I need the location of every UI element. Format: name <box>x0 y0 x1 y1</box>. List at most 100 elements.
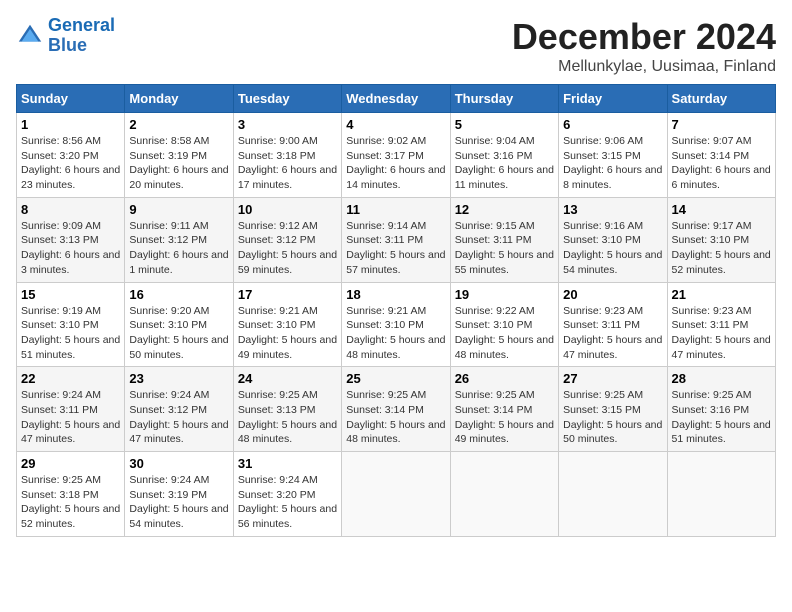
day-detail: Sunrise: 9:00 AMSunset: 3:18 PMDaylight:… <box>238 135 337 191</box>
day-detail: Sunrise: 9:25 AMSunset: 3:14 PMDaylight:… <box>455 389 554 445</box>
header-day-thursday: Thursday <box>450 85 558 113</box>
day-number: 7 <box>672 117 771 132</box>
calendar-cell: 19 Sunrise: 9:22 AMSunset: 3:10 PMDaylig… <box>450 282 558 367</box>
day-detail: Sunrise: 9:25 AMSunset: 3:16 PMDaylight:… <box>672 389 771 445</box>
calendar-cell: 7 Sunrise: 9:07 AMSunset: 3:14 PMDayligh… <box>667 113 775 198</box>
logo-icon <box>16 22 44 50</box>
calendar-cell: 13 Sunrise: 9:16 AMSunset: 3:10 PMDaylig… <box>559 197 667 282</box>
header-day-friday: Friday <box>559 85 667 113</box>
calendar-week-row: 15 Sunrise: 9:19 AMSunset: 3:10 PMDaylig… <box>17 282 776 367</box>
calendar-cell: 24 Sunrise: 9:25 AMSunset: 3:13 PMDaylig… <box>233 367 341 452</box>
calendar-cell: 22 Sunrise: 9:24 AMSunset: 3:11 PMDaylig… <box>17 367 125 452</box>
day-detail: Sunrise: 9:19 AMSunset: 3:10 PMDaylight:… <box>21 305 120 361</box>
day-number: 27 <box>563 371 662 386</box>
day-detail: Sunrise: 9:14 AMSunset: 3:11 PMDaylight:… <box>346 220 445 276</box>
calendar-cell: 29 Sunrise: 9:25 AMSunset: 3:18 PMDaylig… <box>17 452 125 537</box>
day-detail: Sunrise: 9:07 AMSunset: 3:14 PMDaylight:… <box>672 135 771 191</box>
calendar-cell <box>667 452 775 537</box>
calendar-cell: 2 Sunrise: 8:58 AMSunset: 3:19 PMDayligh… <box>125 113 233 198</box>
day-detail: Sunrise: 9:21 AMSunset: 3:10 PMDaylight:… <box>346 305 445 361</box>
header-day-monday: Monday <box>125 85 233 113</box>
day-number: 24 <box>238 371 337 386</box>
subtitle: Mellunkylae, Uusimaa, Finland <box>512 58 776 76</box>
calendar-cell: 25 Sunrise: 9:25 AMSunset: 3:14 PMDaylig… <box>342 367 450 452</box>
day-detail: Sunrise: 9:02 AMSunset: 3:17 PMDaylight:… <box>346 135 445 191</box>
calendar-cell <box>450 452 558 537</box>
day-number: 31 <box>238 456 337 471</box>
day-number: 25 <box>346 371 445 386</box>
calendar-week-row: 29 Sunrise: 9:25 AMSunset: 3:18 PMDaylig… <box>17 452 776 537</box>
calendar-cell: 26 Sunrise: 9:25 AMSunset: 3:14 PMDaylig… <box>450 367 558 452</box>
day-number: 2 <box>129 117 228 132</box>
calendar-cell: 9 Sunrise: 9:11 AMSunset: 3:12 PMDayligh… <box>125 197 233 282</box>
day-detail: Sunrise: 9:24 AMSunset: 3:19 PMDaylight:… <box>129 474 228 530</box>
day-number: 6 <box>563 117 662 132</box>
main-title: December 2024 <box>512 16 776 58</box>
day-detail: Sunrise: 9:16 AMSunset: 3:10 PMDaylight:… <box>563 220 662 276</box>
day-number: 21 <box>672 287 771 302</box>
day-detail: Sunrise: 9:06 AMSunset: 3:15 PMDaylight:… <box>563 135 662 191</box>
day-number: 14 <box>672 202 771 217</box>
day-number: 16 <box>129 287 228 302</box>
day-detail: Sunrise: 9:22 AMSunset: 3:10 PMDaylight:… <box>455 305 554 361</box>
day-detail: Sunrise: 8:58 AMSunset: 3:19 PMDaylight:… <box>129 135 228 191</box>
calendar-cell: 27 Sunrise: 9:25 AMSunset: 3:15 PMDaylig… <box>559 367 667 452</box>
day-number: 29 <box>21 456 120 471</box>
calendar-table: SundayMondayTuesdayWednesdayThursdayFrid… <box>16 84 776 537</box>
day-detail: Sunrise: 9:24 AMSunset: 3:20 PMDaylight:… <box>238 474 337 530</box>
day-detail: Sunrise: 9:21 AMSunset: 3:10 PMDaylight:… <box>238 305 337 361</box>
day-number: 12 <box>455 202 554 217</box>
header-day-tuesday: Tuesday <box>233 85 341 113</box>
day-number: 11 <box>346 202 445 217</box>
calendar-cell: 4 Sunrise: 9:02 AMSunset: 3:17 PMDayligh… <box>342 113 450 198</box>
header-day-saturday: Saturday <box>667 85 775 113</box>
day-detail: Sunrise: 9:23 AMSunset: 3:11 PMDaylight:… <box>563 305 662 361</box>
day-number: 9 <box>129 202 228 217</box>
calendar-cell: 15 Sunrise: 9:19 AMSunset: 3:10 PMDaylig… <box>17 282 125 367</box>
day-detail: Sunrise: 9:25 AMSunset: 3:13 PMDaylight:… <box>238 389 337 445</box>
day-number: 8 <box>21 202 120 217</box>
day-detail: Sunrise: 9:17 AMSunset: 3:10 PMDaylight:… <box>672 220 771 276</box>
calendar-cell: 20 Sunrise: 9:23 AMSunset: 3:11 PMDaylig… <box>559 282 667 367</box>
calendar-cell: 23 Sunrise: 9:24 AMSunset: 3:12 PMDaylig… <box>125 367 233 452</box>
calendar-cell: 16 Sunrise: 9:20 AMSunset: 3:10 PMDaylig… <box>125 282 233 367</box>
calendar-header-row: SundayMondayTuesdayWednesdayThursdayFrid… <box>17 85 776 113</box>
day-number: 23 <box>129 371 228 386</box>
calendar-cell: 14 Sunrise: 9:17 AMSunset: 3:10 PMDaylig… <box>667 197 775 282</box>
day-number: 20 <box>563 287 662 302</box>
calendar-cell: 31 Sunrise: 9:24 AMSunset: 3:20 PMDaylig… <box>233 452 341 537</box>
day-detail: Sunrise: 9:20 AMSunset: 3:10 PMDaylight:… <box>129 305 228 361</box>
day-detail: Sunrise: 9:25 AMSunset: 3:14 PMDaylight:… <box>346 389 445 445</box>
day-number: 3 <box>238 117 337 132</box>
calendar-cell <box>342 452 450 537</box>
day-number: 13 <box>563 202 662 217</box>
calendar-cell: 12 Sunrise: 9:15 AMSunset: 3:11 PMDaylig… <box>450 197 558 282</box>
calendar-cell: 17 Sunrise: 9:21 AMSunset: 3:10 PMDaylig… <box>233 282 341 367</box>
header-day-sunday: Sunday <box>17 85 125 113</box>
day-detail: Sunrise: 9:23 AMSunset: 3:11 PMDaylight:… <box>672 305 771 361</box>
day-number: 15 <box>21 287 120 302</box>
day-detail: Sunrise: 9:12 AMSunset: 3:12 PMDaylight:… <box>238 220 337 276</box>
calendar-cell: 28 Sunrise: 9:25 AMSunset: 3:16 PMDaylig… <box>667 367 775 452</box>
calendar-cell: 30 Sunrise: 9:24 AMSunset: 3:19 PMDaylig… <box>125 452 233 537</box>
day-detail: Sunrise: 9:24 AMSunset: 3:12 PMDaylight:… <box>129 389 228 445</box>
calendar-cell: 18 Sunrise: 9:21 AMSunset: 3:10 PMDaylig… <box>342 282 450 367</box>
day-number: 19 <box>455 287 554 302</box>
day-number: 18 <box>346 287 445 302</box>
calendar-cell: 6 Sunrise: 9:06 AMSunset: 3:15 PMDayligh… <box>559 113 667 198</box>
day-detail: Sunrise: 9:15 AMSunset: 3:11 PMDaylight:… <box>455 220 554 276</box>
calendar-cell: 10 Sunrise: 9:12 AMSunset: 3:12 PMDaylig… <box>233 197 341 282</box>
calendar-week-row: 22 Sunrise: 9:24 AMSunset: 3:11 PMDaylig… <box>17 367 776 452</box>
day-number: 30 <box>129 456 228 471</box>
header-day-wednesday: Wednesday <box>342 85 450 113</box>
day-number: 1 <box>21 117 120 132</box>
calendar-cell <box>559 452 667 537</box>
day-number: 28 <box>672 371 771 386</box>
day-number: 26 <box>455 371 554 386</box>
logo: General Blue <box>16 16 115 56</box>
title-area: December 2024 Mellunkylae, Uusimaa, Finl… <box>512 16 776 76</box>
calendar-cell: 1 Sunrise: 8:56 AMSunset: 3:20 PMDayligh… <box>17 113 125 198</box>
day-detail: Sunrise: 9:24 AMSunset: 3:11 PMDaylight:… <box>21 389 120 445</box>
day-detail: Sunrise: 9:04 AMSunset: 3:16 PMDaylight:… <box>455 135 554 191</box>
day-detail: Sunrise: 8:56 AMSunset: 3:20 PMDaylight:… <box>21 135 120 191</box>
